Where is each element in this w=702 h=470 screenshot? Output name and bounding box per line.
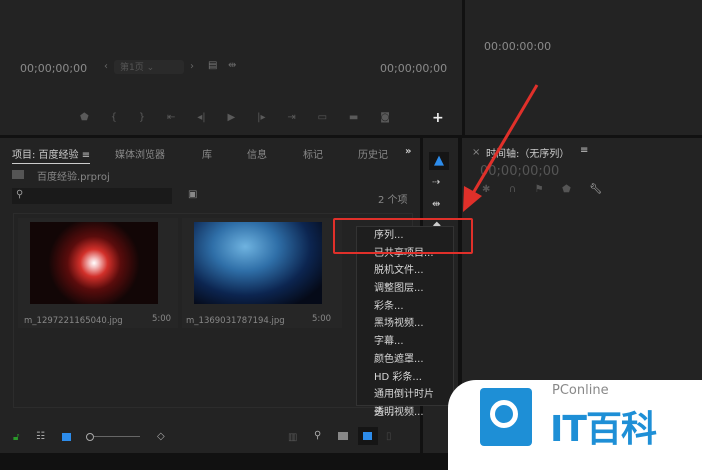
logo-icon (480, 388, 532, 446)
brand-text: PConline (552, 383, 609, 398)
watermark-text: IT百科 (550, 409, 657, 450)
watermark-logo: PConline IT百科 (448, 380, 702, 470)
